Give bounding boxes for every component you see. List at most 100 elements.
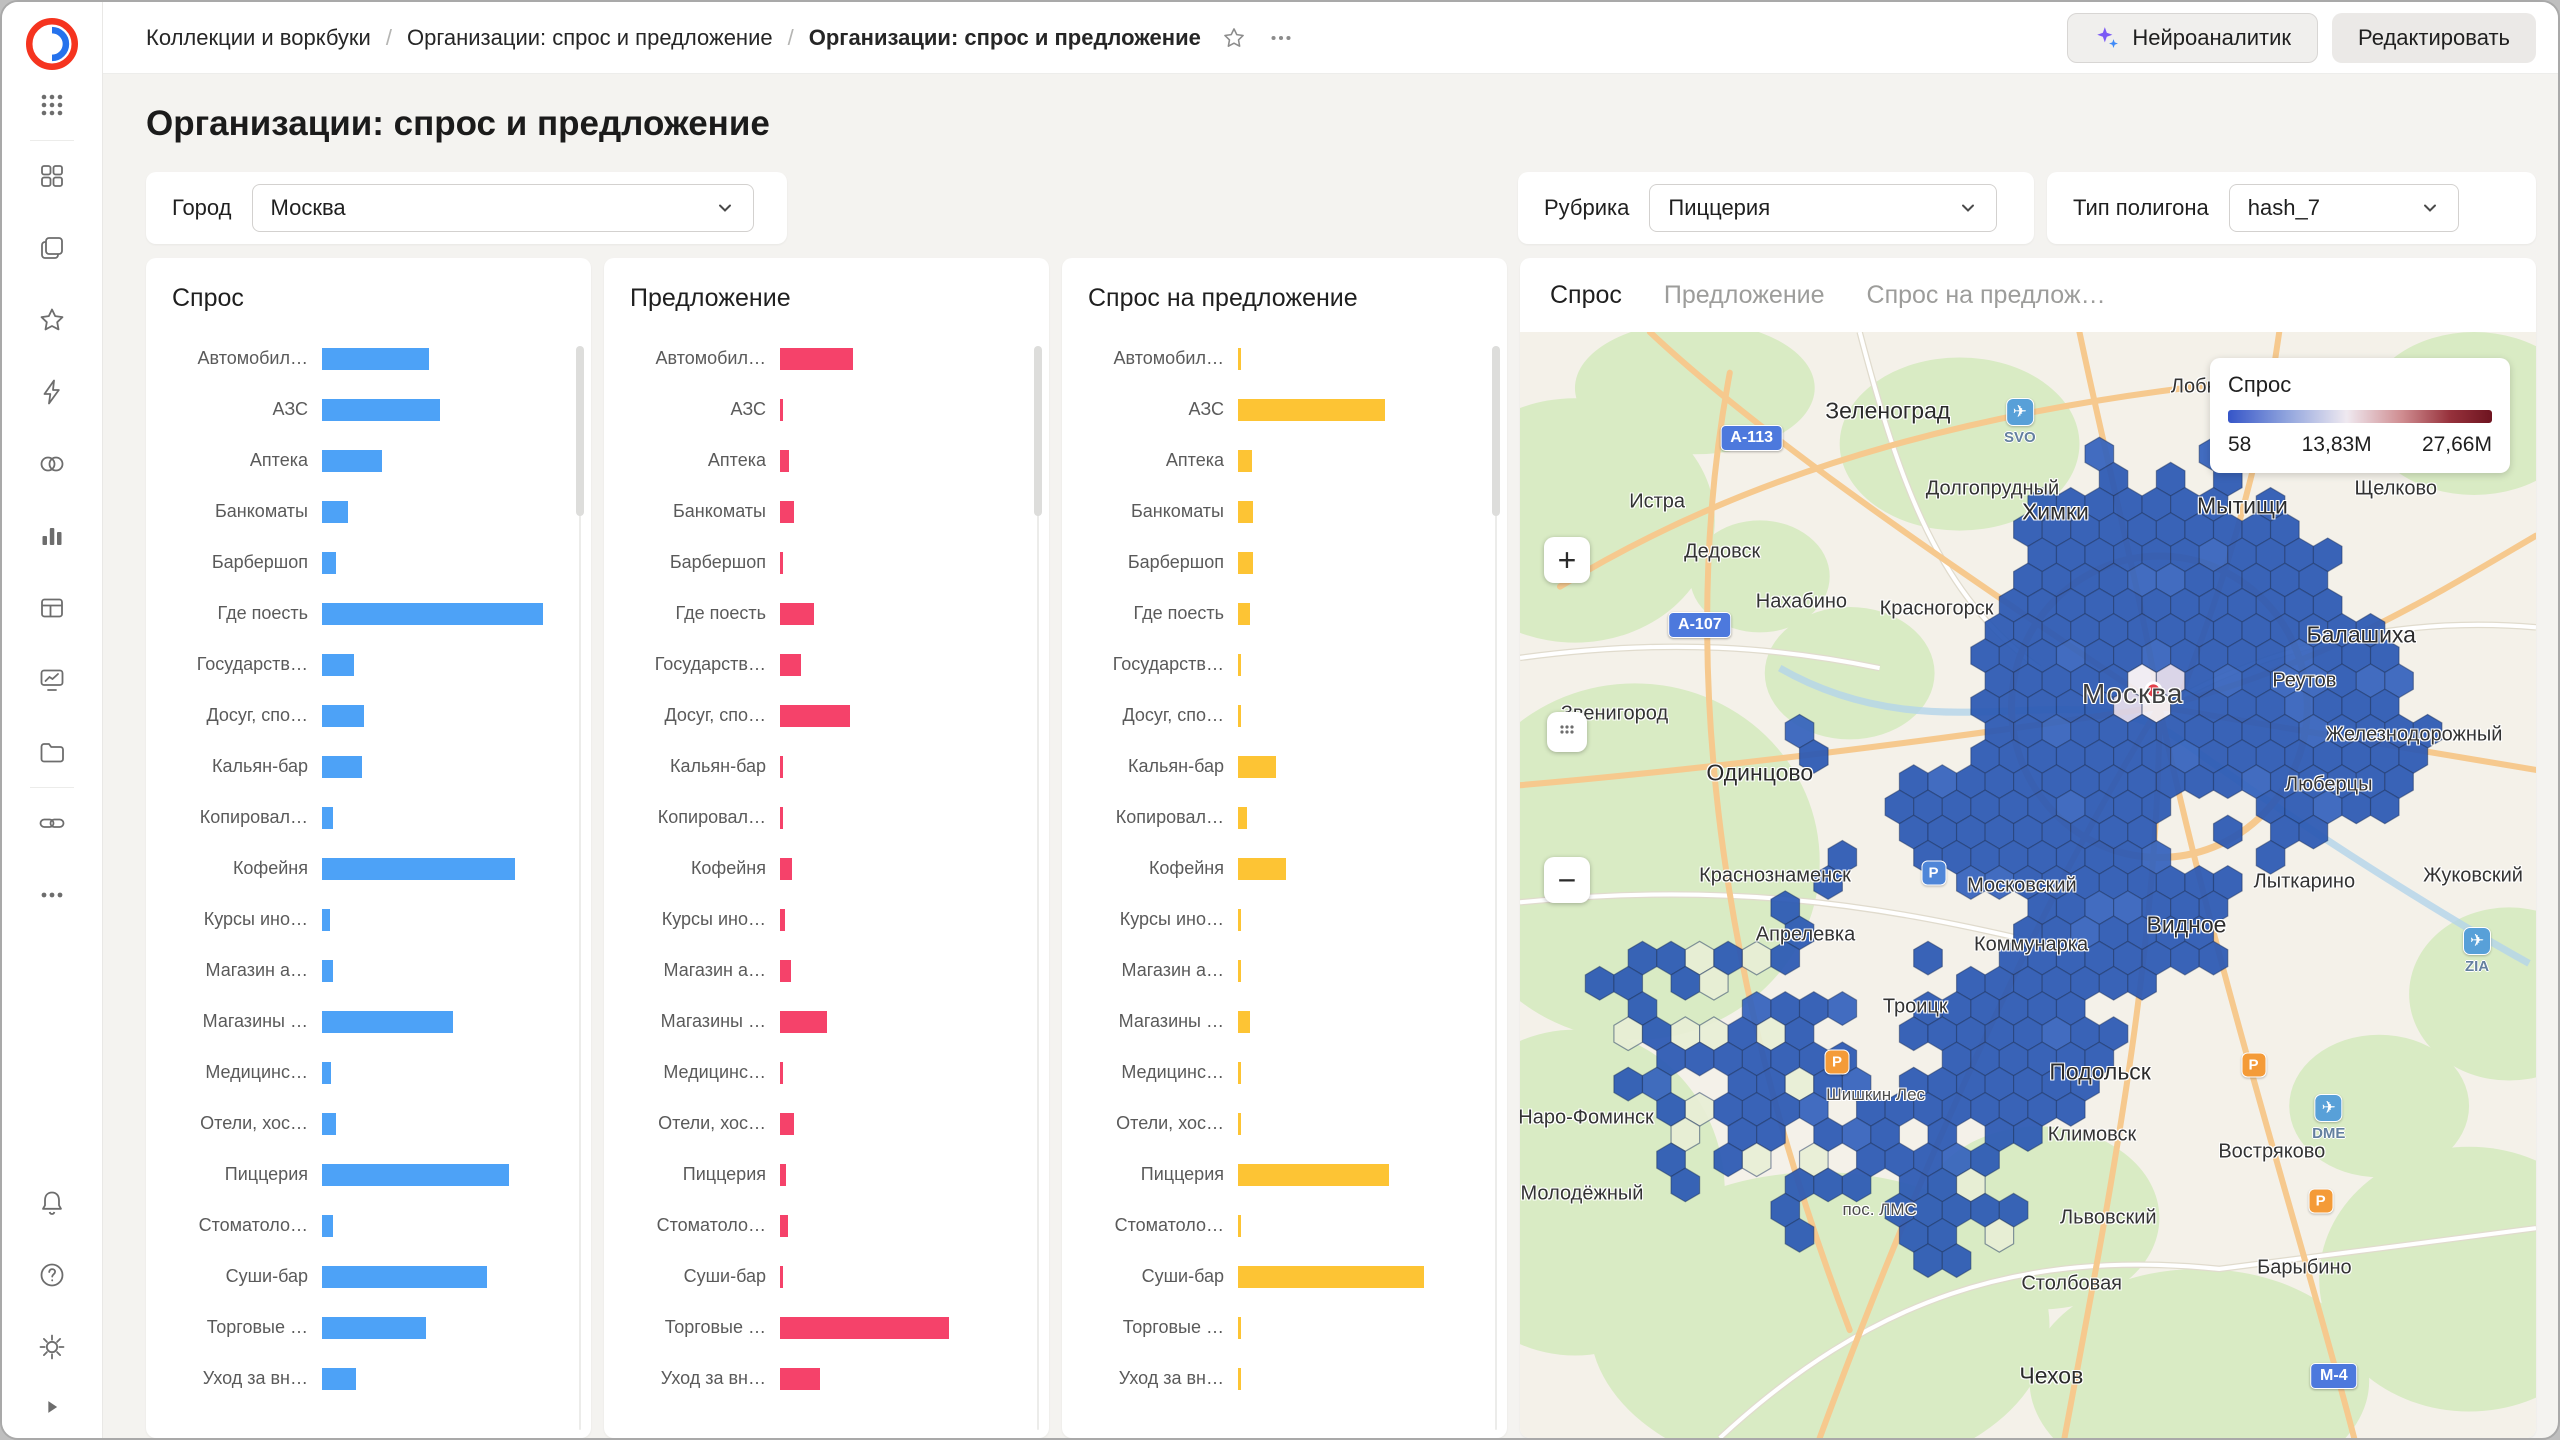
bar[interactable]: [1238, 1316, 1242, 1339]
bar[interactable]: [780, 857, 793, 880]
bar[interactable]: [322, 449, 383, 472]
bar[interactable]: [1238, 653, 1242, 676]
bar[interactable]: [1238, 551, 1254, 574]
connections-icon[interactable]: [29, 729, 75, 775]
bar[interactable]: [1238, 602, 1251, 625]
bar[interactable]: [322, 1265, 488, 1288]
bar[interactable]: [1238, 857, 1286, 880]
bar[interactable]: [780, 1112, 794, 1135]
bar[interactable]: [1238, 347, 1242, 370]
bar[interactable]: [322, 347, 429, 370]
map-tab-demand[interactable]: Спрос: [1550, 281, 1622, 310]
bar[interactable]: [322, 806, 333, 829]
rubric-select[interactable]: Пиццерия: [1649, 184, 1998, 232]
bar[interactable]: [780, 1163, 787, 1186]
more-services-icon[interactable]: [29, 872, 75, 918]
bar[interactable]: [322, 1010, 454, 1033]
city-select[interactable]: Москва: [251, 184, 754, 232]
bar[interactable]: [780, 1265, 784, 1288]
polygon-select[interactable]: hash_7: [2228, 184, 2459, 232]
bar[interactable]: [780, 1010, 828, 1033]
bar[interactable]: [780, 1316, 950, 1339]
breadcrumb-item-dashboard[interactable]: Организации: спрос и предложение: [809, 25, 1201, 51]
scrollbar[interactable]: [576, 346, 584, 1430]
workbooks-icon[interactable]: [29, 225, 75, 271]
bar[interactable]: [322, 1316, 426, 1339]
scrollbar-thumb[interactable]: [576, 346, 584, 516]
map-canvas[interactable]: Лобня Зеленоград Долгопрудный Мытищи Щелково…: [1520, 332, 2536, 1438]
edit-button[interactable]: Редактировать: [2332, 12, 2536, 63]
bar[interactable]: [780, 908, 785, 931]
bar[interactable]: [322, 755, 363, 778]
bar[interactable]: [1238, 1010, 1251, 1033]
bar[interactable]: [780, 500, 794, 523]
bar[interactable]: [1238, 1163, 1389, 1186]
favorite-star-icon[interactable]: [1221, 25, 1247, 51]
poi-marker[interactable]: P: [2241, 1052, 2267, 1078]
services-link-icon[interactable]: [29, 800, 75, 846]
bar[interactable]: [322, 1367, 356, 1390]
airport-marker-zia[interactable]: ✈ ZIA: [2463, 927, 2492, 975]
apps-grid-icon[interactable]: [29, 82, 75, 128]
bar[interactable]: [322, 857, 516, 880]
bar[interactable]: [1238, 704, 1242, 727]
bar[interactable]: [322, 704, 364, 727]
scrollbar-thumb[interactable]: [1492, 346, 1500, 516]
more-menu-icon[interactable]: [1267, 24, 1295, 52]
bar[interactable]: [1238, 500, 1254, 523]
bar[interactable]: [1238, 1214, 1242, 1237]
collections-icon[interactable]: [29, 153, 75, 199]
poi-marker[interactable]: P: [2308, 1188, 2334, 1214]
bar[interactable]: [1238, 1265, 1424, 1288]
bar[interactable]: [780, 755, 784, 778]
bar[interactable]: [322, 908, 330, 931]
bar[interactable]: [322, 1112, 336, 1135]
bar[interactable]: [1238, 755, 1277, 778]
bar[interactable]: [322, 551, 336, 574]
map-tab-demand-to-supply[interactable]: Спрос на предложе…: [1867, 281, 2117, 310]
bar[interactable]: [322, 1214, 333, 1237]
favorites-icon[interactable]: [29, 297, 75, 343]
bar[interactable]: [322, 1163, 510, 1186]
bar[interactable]: [780, 1367, 820, 1390]
bar[interactable]: [780, 602, 814, 625]
dashboards-icon[interactable]: [29, 657, 75, 703]
bar[interactable]: [1238, 806, 1248, 829]
bar[interactable]: [780, 653, 802, 676]
airport-marker-dme[interactable]: ✈ DME: [2312, 1094, 2345, 1142]
bar[interactable]: [322, 398, 440, 421]
bar[interactable]: [780, 551, 784, 574]
collapse-arrow-icon[interactable]: [29, 1384, 75, 1430]
bar[interactable]: [1238, 908, 1242, 931]
bar[interactable]: [780, 398, 784, 421]
bar[interactable]: [780, 1061, 784, 1084]
bar[interactable]: [322, 1061, 332, 1084]
bar[interactable]: [322, 653, 355, 676]
zoom-in-button[interactable]: +: [1544, 537, 1590, 583]
breadcrumb-item-collections[interactable]: Коллекции и воркбуки: [146, 25, 371, 51]
bar[interactable]: [780, 347, 854, 370]
help-icon[interactable]: [29, 1252, 75, 1298]
bar[interactable]: [780, 959, 791, 982]
bar[interactable]: [780, 1214, 788, 1237]
bar[interactable]: [1238, 1061, 1242, 1084]
airport-marker-svo[interactable]: ✈ SVO: [2004, 397, 2036, 446]
bar[interactable]: [1238, 1367, 1242, 1390]
zoom-out-button[interactable]: −: [1544, 857, 1590, 903]
bar[interactable]: [780, 704, 851, 727]
datasets-icon[interactable]: [29, 585, 75, 631]
map-tab-supply[interactable]: Предложение: [1664, 281, 1825, 310]
measure-tool-button[interactable]: [1547, 712, 1587, 752]
bar[interactable]: [1238, 1112, 1242, 1135]
notifications-bell-icon[interactable]: [29, 1180, 75, 1226]
public-objects-icon[interactable]: [29, 441, 75, 487]
poi-marker[interactable]: P: [1824, 1049, 1850, 1075]
datalens-logo[interactable]: [24, 16, 80, 72]
bar[interactable]: [780, 806, 784, 829]
bar[interactable]: [780, 449, 790, 472]
poi-marker[interactable]: P: [1921, 860, 1946, 886]
editor-icon[interactable]: [29, 369, 75, 415]
bar[interactable]: [1238, 449, 1252, 472]
bar[interactable]: [322, 602, 544, 625]
breadcrumb-item-workbook[interactable]: Организации: спрос и предложение: [407, 25, 773, 51]
